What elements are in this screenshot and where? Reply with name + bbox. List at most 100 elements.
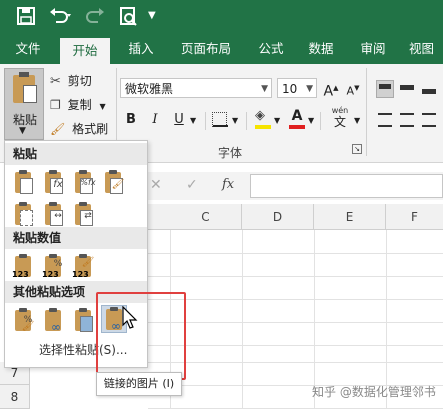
column-header-f[interactable]: F (386, 204, 443, 230)
increase-font-button[interactable]: A▲ (322, 78, 340, 100)
tab-view[interactable]: 视图 (400, 34, 443, 64)
paste-icon[interactable] (11, 169, 37, 197)
qat-dropdown-icon[interactable]: ▼ (148, 10, 156, 21)
tab-insert[interactable]: 插入 (116, 34, 166, 64)
tab-page-layout[interactable]: 页面布局 (170, 34, 242, 64)
align-right-icon[interactable] (420, 110, 438, 128)
border-icon[interactable] (212, 112, 228, 127)
row-header-8[interactable]: 8 (0, 385, 30, 409)
divider (246, 112, 247, 130)
fill-color-icon[interactable]: ◈ (255, 108, 273, 130)
print-preview-icon[interactable] (118, 6, 140, 31)
font-color-swatch (289, 125, 305, 129)
column-header-c[interactable]: C (170, 204, 242, 230)
copy-label: 复制 (67, 98, 92, 112)
font-name-value: 微软雅黑 (125, 82, 174, 96)
tab-home[interactable]: 开始 (60, 38, 110, 64)
decrease-font-button[interactable]: A▼ (344, 78, 362, 98)
font-name-combo[interactable]: 微软雅黑 ▼ (120, 78, 272, 98)
paste-link-icon[interactable]: ∞ (41, 307, 67, 335)
divider (205, 112, 206, 130)
font-dialog-launcher-icon[interactable]: ↘ (352, 144, 362, 154)
copy-icon: ❐ (50, 98, 61, 112)
bold-button[interactable]: B (122, 110, 140, 130)
gridline (148, 345, 443, 346)
tooltip: 链接的图片 (I) (96, 372, 182, 396)
paste-formatting-icon[interactable]: % 🖌 (11, 307, 37, 335)
paste-keep-source-formatting-icon[interactable]: 🖌 (101, 169, 127, 197)
title-bar: ▼ (0, 0, 443, 34)
paste-icon (13, 72, 37, 103)
ribbon-tabs: 文件 开始 插入 页面布局 公式 数据 审阅 视图 (0, 34, 443, 64)
format-painter-button[interactable]: 🖌 格式刷 (50, 120, 120, 138)
gridline (148, 362, 443, 363)
insert-function-button[interactable]: fx (222, 177, 234, 192)
tab-file[interactable]: 文件 (0, 34, 56, 64)
align-top-icon[interactable] (376, 80, 394, 98)
chevron-down-icon: ▼ (261, 84, 268, 94)
paste-button[interactable]: 粘贴 ▼ (4, 68, 44, 140)
font-size-value: 10 (282, 82, 298, 96)
watermark: 知乎 @数据化管理邻书 (312, 385, 436, 399)
brush-icon: 🖌 (50, 122, 66, 136)
cancel-icon[interactable]: ✕ (150, 177, 162, 193)
undo-icon[interactable] (48, 6, 72, 29)
italic-button[interactable]: I (146, 110, 164, 130)
gridline (148, 253, 443, 254)
tab-formulas[interactable]: 公式 (248, 34, 294, 64)
divider (366, 68, 367, 156)
underline-button[interactable]: U (170, 110, 188, 130)
scissors-icon: ✂ (50, 74, 61, 89)
column-header-bg (148, 204, 170, 230)
tab-review[interactable]: 审阅 (350, 34, 396, 64)
align-middle-icon[interactable] (398, 80, 416, 98)
increase-font-label: A (323, 83, 334, 100)
paste-section-header: 粘贴 (5, 143, 147, 165)
phonetic-dropdown-icon[interactable]: ▼ (354, 116, 360, 125)
paste-keep-column-widths-icon[interactable]: ↔ (41, 201, 67, 229)
paste-formulas-number-format-icon[interactable]: %fx (71, 169, 97, 197)
column-header-d[interactable]: D (242, 204, 314, 230)
save-icon[interactable] (16, 6, 36, 29)
paste-no-borders-icon[interactable] (11, 201, 37, 229)
phonetic-label: wén (331, 106, 349, 115)
font-color-icon[interactable]: A (288, 108, 306, 130)
formula-input[interactable] (250, 174, 443, 198)
paste-values-source-formatting-icon[interactable]: 🖌 123 (71, 253, 97, 281)
fill-color-swatch (255, 125, 271, 129)
paste-values-icon[interactable]: 123 (11, 253, 37, 281)
column-header-e[interactable]: E (314, 204, 386, 230)
gridline (148, 276, 443, 277)
gridline (148, 322, 443, 323)
redo-icon[interactable] (84, 6, 108, 29)
copy-button[interactable]: ❐ 复制 ▼ (50, 96, 120, 114)
border-dropdown-icon[interactable]: ▼ (232, 116, 238, 125)
font-color-dropdown-icon[interactable]: ▼ (308, 116, 314, 125)
paste-values-number-format-icon[interactable]: % 123 (41, 253, 67, 281)
underline-dropdown-icon[interactable]: ▼ (190, 116, 196, 125)
font-size-combo[interactable]: 10 ▼ (277, 78, 317, 98)
tab-data[interactable]: 数据 (298, 34, 344, 64)
caret-up-icon: ▲ (333, 84, 339, 92)
align-left-icon[interactable] (376, 110, 394, 128)
align-center-icon[interactable] (398, 110, 416, 128)
gridline (148, 299, 443, 300)
cut-button[interactable]: ✂ 剪切 (50, 72, 120, 90)
divider (320, 112, 321, 130)
font-group-label: 字体 (218, 146, 243, 160)
chevron-down-icon: ▼ (306, 84, 313, 94)
paste-dropdown-icon: ▼ (19, 126, 26, 136)
paste-values-section-header: 粘贴数值 (5, 227, 147, 249)
gridline (242, 230, 243, 409)
highlight-box (96, 292, 186, 380)
caret-down-icon: ▼ (354, 84, 360, 92)
paste-picture-icon[interactable] (71, 307, 97, 335)
align-bottom-icon[interactable] (420, 80, 438, 98)
phonetic-icon[interactable]: wén 文 (328, 106, 352, 130)
copy-dropdown-icon: ▼ (99, 102, 106, 111)
decrease-font-label: A (346, 84, 355, 98)
paste-formulas-icon[interactable]: fx (41, 169, 67, 197)
paste-transpose-icon[interactable]: ⇄ (71, 201, 97, 229)
confirm-icon[interactable]: ✓ (186, 177, 198, 193)
fill-color-dropdown-icon[interactable]: ▼ (274, 116, 280, 125)
